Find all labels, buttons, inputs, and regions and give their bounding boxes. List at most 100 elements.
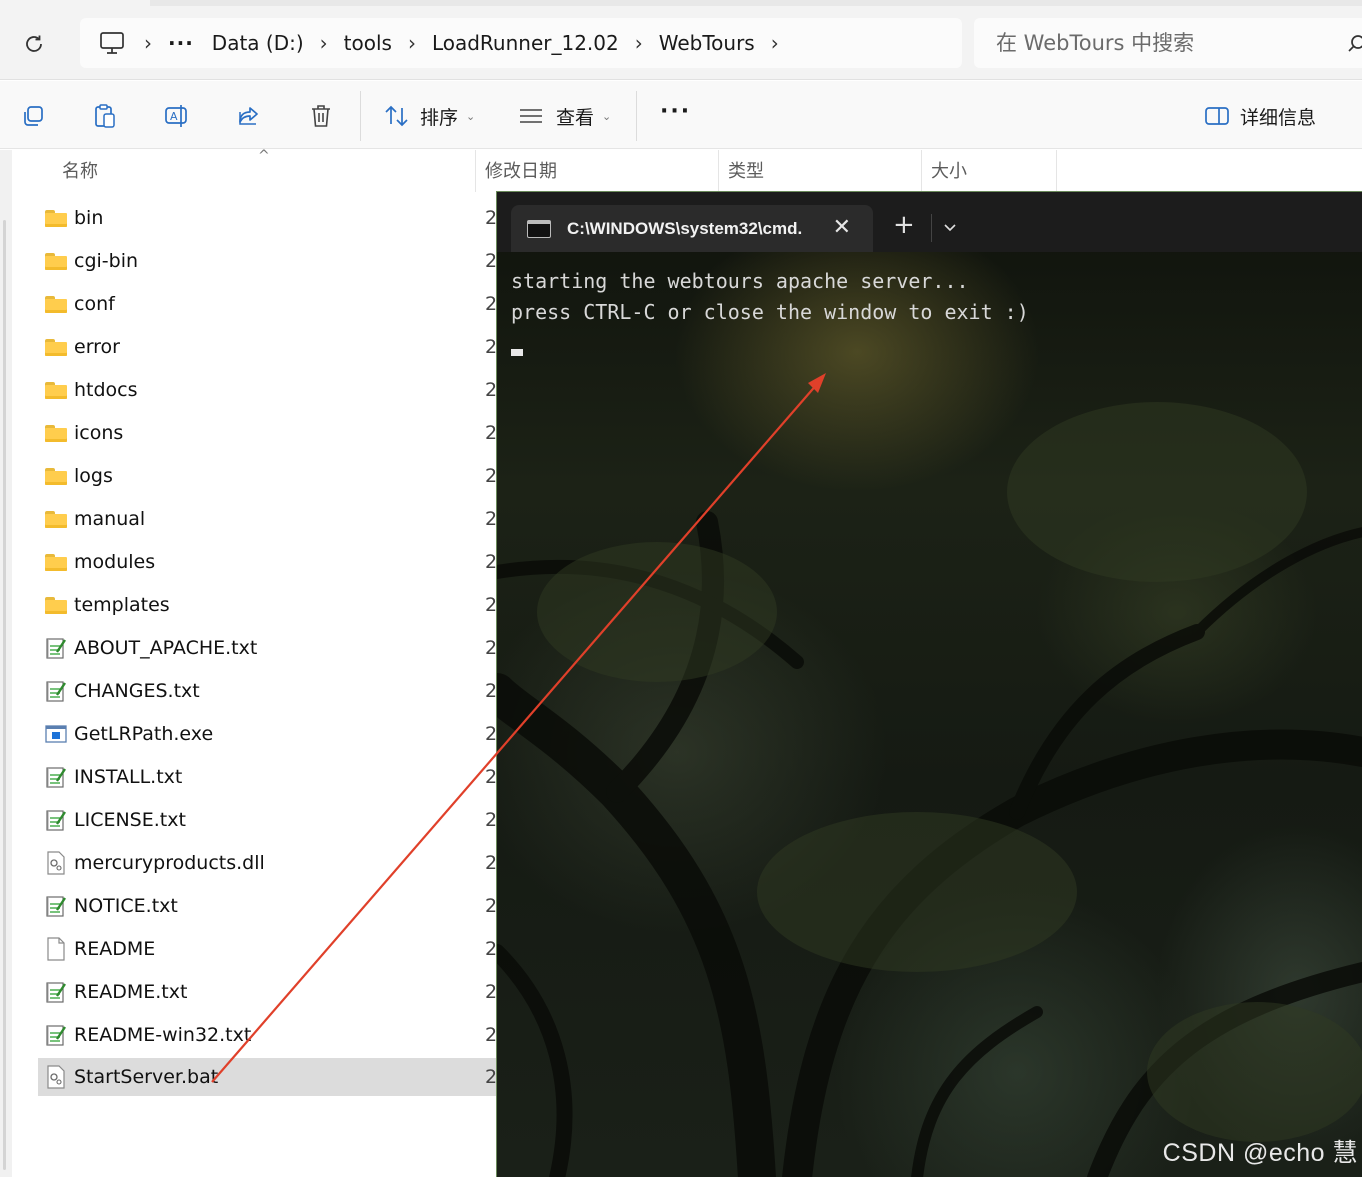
- file-name: cgi-bin: [74, 250, 139, 272]
- chevron-right-icon[interactable]: ›: [771, 33, 779, 53]
- command-bar: A 排序 ⌄ 查看 ⌄ ··· 详细信息: [0, 81, 1362, 149]
- file-row[interactable]: logs 2: [38, 457, 498, 495]
- file-name: logs: [74, 465, 113, 487]
- sort-ascending-icon: ^: [258, 148, 270, 164]
- file-row[interactable]: error 2: [38, 328, 498, 366]
- column-divider[interactable]: [1056, 150, 1057, 192]
- address-bar-row: › ··· › Data (D:) › tools › LoadRunner_1…: [0, 0, 1362, 80]
- search-input[interactable]: [996, 31, 1326, 55]
- file-name: NOTICE.txt: [74, 895, 178, 917]
- text-file-icon: [44, 980, 68, 1004]
- batch-file-icon: [44, 1065, 68, 1089]
- file-row[interactable]: NOTICE.txt 2: [38, 887, 498, 925]
- file-name: error: [74, 336, 120, 358]
- divider: [636, 91, 637, 141]
- terminal-tab[interactable]: C:\WINDOWS\system32\cmd. ✕: [511, 205, 873, 252]
- column-divider[interactable]: [475, 150, 476, 192]
- file-row[interactable]: modules 2: [38, 543, 498, 581]
- breadcrumb-tools[interactable]: tools: [344, 31, 392, 55]
- folder-icon: [44, 292, 68, 316]
- paste-icon[interactable]: [90, 101, 120, 131]
- chevron-right-icon[interactable]: ›: [408, 33, 416, 53]
- file-name: manual: [74, 508, 146, 530]
- watermark: CSDN @echo 慧: [1162, 1139, 1358, 1167]
- terminal-line: starting the webtours apache server...: [511, 269, 969, 293]
- this-pc-icon[interactable]: [96, 27, 128, 59]
- file-row[interactable]: templates 2: [38, 586, 498, 624]
- file-row[interactable]: icons 2: [38, 414, 498, 452]
- chevron-right-icon[interactable]: ›: [320, 33, 328, 53]
- delete-icon[interactable]: [306, 101, 336, 131]
- folder-icon: [44, 593, 68, 617]
- close-icon[interactable]: ✕: [833, 215, 851, 241]
- file-row[interactable]: README.txt 2: [38, 973, 498, 1011]
- terminal-tab-bar: C:\WINDOWS\system32\cmd. ✕ +: [497, 192, 1362, 252]
- file-row[interactable]: conf 2: [38, 285, 498, 323]
- more-options-icon[interactable]: ···: [660, 101, 691, 123]
- file-name: mercuryproducts.dll: [74, 852, 265, 874]
- breadcrumb-loadrunner[interactable]: LoadRunner_12.02: [432, 31, 619, 55]
- file-row[interactable]: bin 2: [38, 199, 498, 237]
- column-divider[interactable]: [921, 150, 922, 192]
- terminal-line: press CTRL-C or close the window to exit…: [511, 300, 1029, 324]
- search-icon[interactable]: [1348, 32, 1362, 58]
- rename-icon[interactable]: A: [162, 101, 192, 131]
- column-header-modified[interactable]: 修改日期: [485, 150, 557, 190]
- file-name: LICENSE.txt: [74, 809, 186, 831]
- file-row[interactable]: cgi-bin 2: [38, 242, 498, 280]
- sort-label: 排序: [420, 106, 459, 129]
- file-row[interactable]: StartServer.bat 2: [38, 1058, 498, 1096]
- view-button[interactable]: 查看 ⌄: [518, 97, 611, 135]
- folder-icon: [44, 464, 68, 488]
- file-row[interactable]: README-win32.txt 2: [38, 1016, 498, 1054]
- folder-icon: [44, 378, 68, 402]
- cmd-icon: [527, 219, 551, 238]
- text-file-icon: [44, 765, 68, 789]
- application-icon: [44, 722, 68, 746]
- copy-icon[interactable]: [18, 101, 48, 131]
- svg-text:A: A: [170, 110, 178, 123]
- breadcrumb-data-d[interactable]: Data (D:): [212, 31, 304, 55]
- divider: [931, 214, 932, 242]
- folder-icon: [44, 249, 68, 273]
- column-divider[interactable]: [718, 150, 719, 192]
- scrollbar[interactable]: [3, 220, 6, 1170]
- title-strip: [150, 0, 1362, 6]
- column-header-name[interactable]: 名称: [62, 150, 98, 190]
- search-box[interactable]: [974, 18, 1362, 68]
- text-file-icon: [44, 679, 68, 703]
- column-header-type[interactable]: 类型: [728, 150, 764, 190]
- file-row[interactable]: README 2: [38, 930, 498, 968]
- file-row[interactable]: GetLRPath.exe 2: [38, 715, 498, 753]
- text-file-icon: [44, 636, 68, 660]
- column-header-size[interactable]: 大小: [931, 150, 967, 190]
- forest-background: [497, 402, 1362, 1177]
- file-name: README-win32.txt: [74, 1024, 252, 1046]
- chevron-right-icon[interactable]: ›: [144, 33, 152, 53]
- chevron-down-icon[interactable]: [943, 218, 957, 237]
- sort-button[interactable]: 排序 ⌄: [384, 97, 475, 135]
- file-row[interactable]: manual 2: [38, 500, 498, 538]
- file-name: README.txt: [74, 981, 188, 1003]
- file-name: icons: [74, 422, 124, 444]
- share-icon[interactable]: [234, 101, 264, 131]
- refresh-icon[interactable]: [16, 26, 52, 62]
- text-file-icon: [44, 808, 68, 832]
- file-row[interactable]: htdocs 2: [38, 371, 498, 409]
- file-row[interactable]: ABOUT_APACHE.txt 2: [38, 629, 498, 667]
- file-name: conf: [74, 293, 115, 315]
- address-box[interactable]: › ··· › Data (D:) › tools › LoadRunner_1…: [80, 18, 962, 68]
- file-row[interactable]: mercuryproducts.dll 2: [38, 844, 498, 882]
- terminal-window[interactable]: C:\WINDOWS\system32\cmd. ✕ + starting th…: [496, 191, 1362, 1177]
- new-tab-icon[interactable]: +: [893, 212, 915, 238]
- file-row[interactable]: LICENSE.txt 2: [38, 801, 498, 839]
- details-pane-button[interactable]: 详细信息: [1204, 97, 1316, 135]
- file-row[interactable]: CHANGES.txt 2: [38, 672, 498, 710]
- text-file-icon: [44, 894, 68, 918]
- folder-icon: [44, 507, 68, 531]
- breadcrumb-overflow[interactable]: ···: [168, 31, 194, 55]
- breadcrumb-webtours[interactable]: WebTours: [659, 31, 755, 55]
- terminal-cursor: [511, 349, 523, 356]
- chevron-right-icon[interactable]: ›: [635, 33, 643, 53]
- file-row[interactable]: INSTALL.txt 2: [38, 758, 498, 796]
